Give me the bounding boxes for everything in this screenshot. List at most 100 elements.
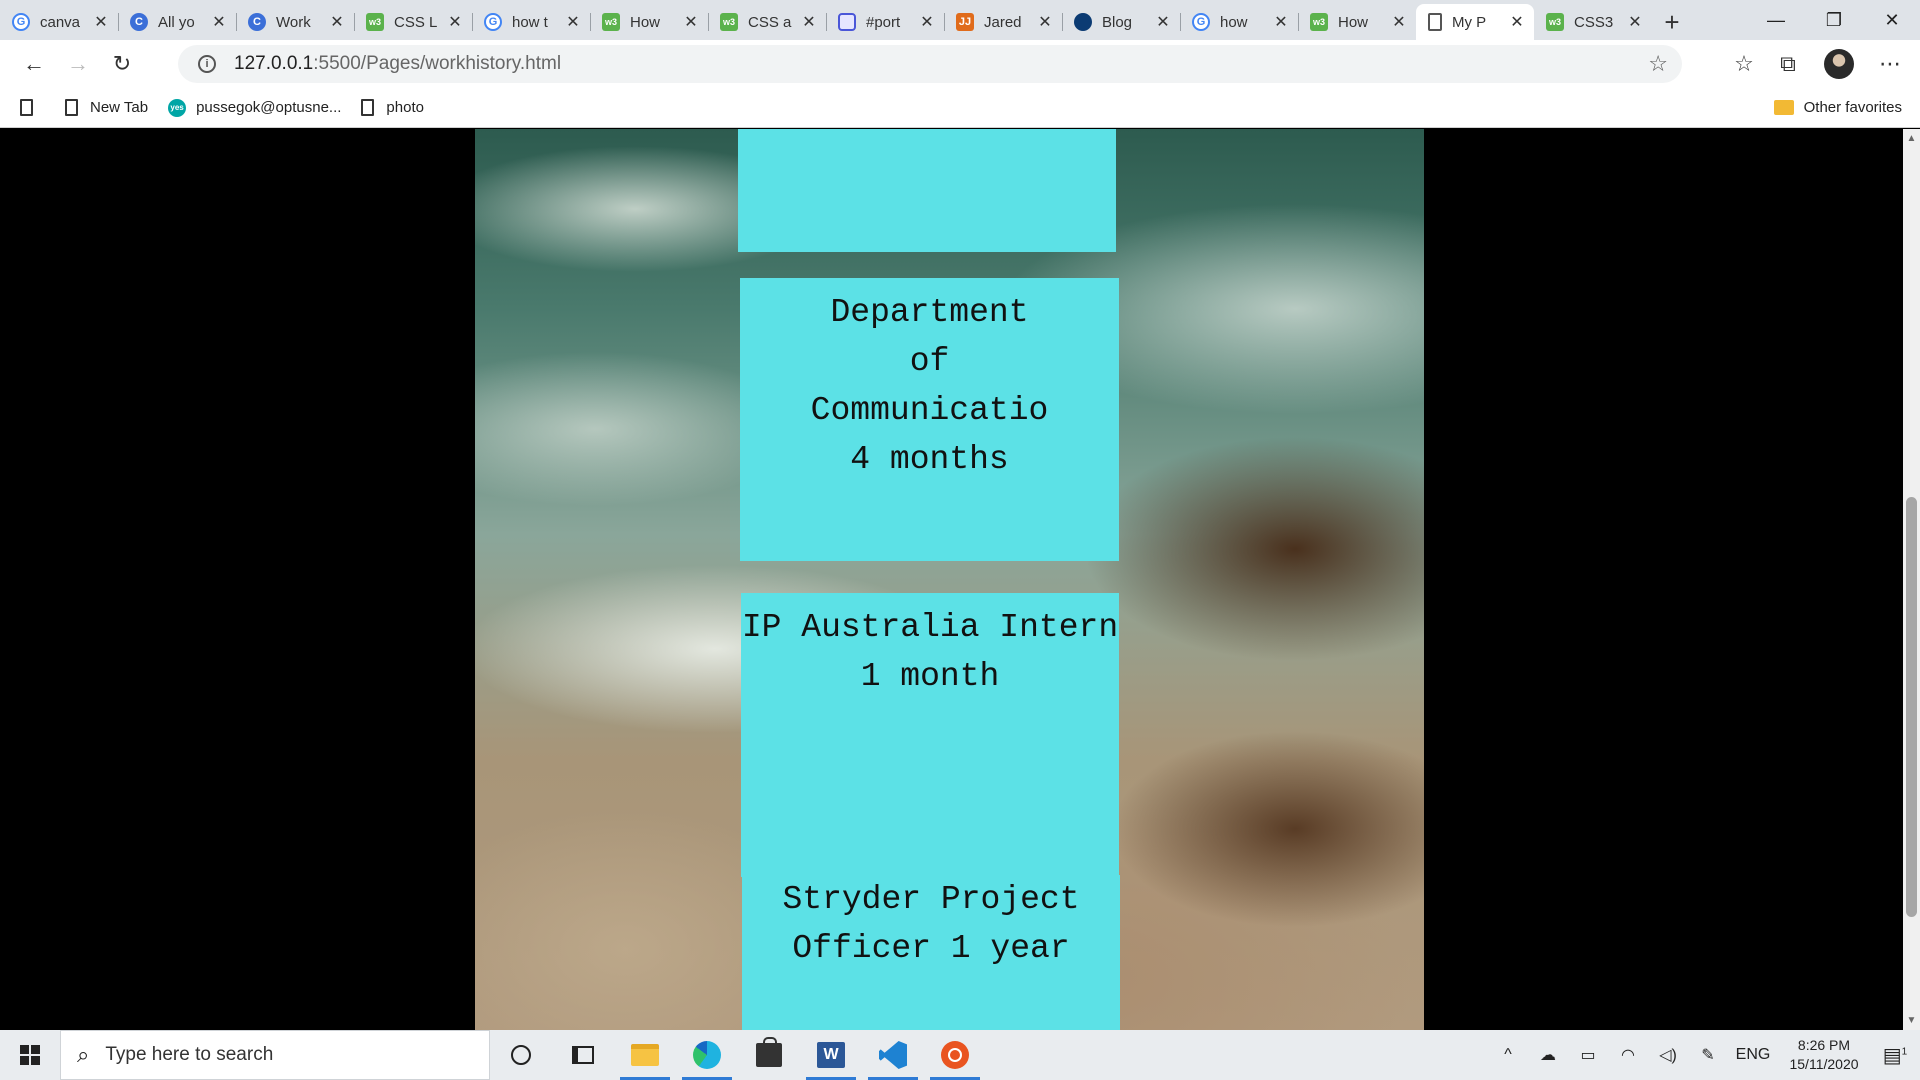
edge-icon bbox=[693, 1041, 721, 1069]
tab[interactable]: C Work ✕ bbox=[236, 4, 354, 40]
close-icon[interactable]: ✕ bbox=[446, 12, 464, 32]
document-icon bbox=[65, 99, 78, 116]
forward-button[interactable]: → bbox=[56, 44, 100, 84]
notifications-button[interactable]: ▤1 bbox=[1870, 1043, 1920, 1068]
tab[interactable]: JJ Jared ✕ bbox=[944, 4, 1062, 40]
back-button[interactable]: ← bbox=[12, 44, 56, 84]
favorites-icon[interactable]: ☆ bbox=[1722, 44, 1766, 84]
pinterest-icon bbox=[838, 13, 856, 31]
bookmark-email[interactable]: yes pussegok@optusne... bbox=[168, 98, 341, 117]
job-card: Stryder Project Officer 1 year bbox=[742, 875, 1120, 1030]
close-icon[interactable]: ✕ bbox=[918, 12, 936, 32]
wifi-icon[interactable]: ◠ bbox=[1608, 1045, 1648, 1065]
edge-button[interactable] bbox=[676, 1030, 738, 1080]
w3schools-icon: w3 bbox=[602, 13, 620, 31]
profile-avatar[interactable] bbox=[1824, 49, 1854, 79]
c-icon: C bbox=[130, 13, 148, 31]
vertical-scrollbar[interactable]: ▲ ▼ bbox=[1903, 129, 1920, 1030]
bookmark-new-tab[interactable]: New Tab bbox=[65, 99, 148, 116]
store-icon bbox=[756, 1037, 782, 1067]
c-icon: C bbox=[248, 13, 266, 31]
bookmark-page-icon[interactable] bbox=[20, 99, 45, 116]
bookmark-photo[interactable]: photo bbox=[361, 99, 424, 116]
close-icon[interactable]: ✕ bbox=[92, 12, 110, 32]
restore-button[interactable]: ❐ bbox=[1806, 0, 1862, 40]
tab[interactable]: Ghow t ✕ bbox=[472, 4, 590, 40]
tab[interactable]: w3 How ✕ bbox=[1298, 4, 1416, 40]
start-button[interactable] bbox=[0, 1030, 60, 1080]
address-bar[interactable]: i 127.0.0.1:5500/Pages/workhistory.html … bbox=[178, 45, 1682, 83]
volume-icon[interactable]: ◁) bbox=[1648, 1045, 1688, 1065]
document-icon bbox=[1428, 13, 1442, 31]
close-icon[interactable]: ✕ bbox=[1626, 12, 1644, 32]
scroll-down-icon[interactable]: ▼ bbox=[1905, 1015, 1918, 1026]
minimize-button[interactable]: — bbox=[1748, 0, 1804, 40]
browser-toolbar: ← → ↻ i 127.0.0.1:5500/Pages/workhistory… bbox=[0, 40, 1920, 88]
language-indicator[interactable]: ENG bbox=[1728, 1046, 1778, 1064]
cortana-icon bbox=[511, 1045, 531, 1065]
job-line: of bbox=[909, 343, 950, 380]
jared-icon: JJ bbox=[956, 13, 974, 31]
close-icon[interactable]: ✕ bbox=[1154, 12, 1172, 32]
collections-icon[interactable]: ⧉ bbox=[1766, 44, 1810, 84]
search-icon: ⌕ bbox=[77, 1042, 90, 1067]
tab[interactable]: w3 CSS L ✕ bbox=[354, 4, 472, 40]
job-card bbox=[738, 129, 1116, 252]
word-icon: W bbox=[817, 1042, 845, 1068]
tab[interactable]: w3 How ✕ bbox=[590, 4, 708, 40]
battery-icon[interactable]: ▭ bbox=[1568, 1045, 1608, 1065]
bookmarks-bar: New Tab yes pussegok@optusne... photo Oth… bbox=[0, 88, 1920, 128]
new-tab-button[interactable]: + bbox=[1652, 4, 1692, 40]
job-line: 4 months bbox=[850, 441, 1009, 478]
close-icon[interactable]: ✕ bbox=[682, 12, 700, 32]
address-host: 127.0.0.1 bbox=[234, 53, 314, 74]
google-icon: G bbox=[1192, 13, 1210, 31]
close-icon[interactable]: ✕ bbox=[564, 12, 582, 32]
clock[interactable]: 8:26 PM 15/11/2020 bbox=[1778, 1036, 1870, 1074]
word-button[interactable]: W bbox=[800, 1030, 862, 1080]
windows-taskbar: ⌕ Type here to search W ^ ☁ ▭ ◠ ◁) ✎ ENG… bbox=[0, 1030, 1920, 1080]
refresh-button[interactable]: ↻ bbox=[100, 44, 144, 84]
close-icon[interactable]: ✕ bbox=[800, 12, 818, 32]
onedrive-icon[interactable]: ☁ bbox=[1528, 1045, 1568, 1065]
close-icon[interactable]: ✕ bbox=[1508, 12, 1526, 32]
file-explorer-button[interactable] bbox=[614, 1030, 676, 1080]
mail-icon: yes bbox=[168, 98, 187, 117]
document-icon bbox=[361, 99, 375, 116]
ubuntu-button[interactable] bbox=[924, 1030, 986, 1080]
chevron-up-icon[interactable]: ^ bbox=[1488, 1046, 1528, 1064]
w3schools-icon: w3 bbox=[720, 13, 738, 31]
address-path: :5500/Pages/workhistory.html bbox=[313, 53, 562, 74]
close-icon[interactable]: ✕ bbox=[210, 12, 228, 32]
close-window-button[interactable]: ✕ bbox=[1864, 0, 1920, 40]
tab[interactable]: w3 CSS3 ✕ bbox=[1534, 4, 1652, 40]
cortana-button[interactable] bbox=[490, 1030, 552, 1080]
other-favorites[interactable]: Other favorites bbox=[1773, 99, 1902, 116]
close-icon[interactable]: ✕ bbox=[1390, 12, 1408, 32]
task-view-button[interactable] bbox=[552, 1030, 614, 1080]
tab[interactable]: Blog ✕ bbox=[1062, 4, 1180, 40]
folder-icon bbox=[1773, 100, 1794, 115]
close-icon[interactable]: ✕ bbox=[1036, 12, 1054, 32]
tab[interactable]: w3 CSS a ✕ bbox=[708, 4, 826, 40]
info-icon[interactable]: i bbox=[198, 55, 216, 73]
tab[interactable]: #port ✕ bbox=[826, 4, 944, 40]
close-icon[interactable]: ✕ bbox=[1272, 12, 1290, 32]
tab[interactable]: Ghow ✕ bbox=[1180, 4, 1298, 40]
more-menu-icon[interactable]: ⋯ bbox=[1868, 44, 1912, 84]
store-button[interactable] bbox=[738, 1030, 800, 1080]
job-line: Department bbox=[830, 294, 1029, 331]
windows-icon bbox=[20, 1045, 40, 1065]
scroll-up-icon[interactable]: ▲ bbox=[1905, 133, 1918, 144]
taskbar-search-box[interactable]: ⌕ Type here to search bbox=[60, 1030, 490, 1080]
tab[interactable]: C All yo ✕ bbox=[118, 4, 236, 40]
tab[interactable]: Gcanva ✕ bbox=[0, 4, 118, 40]
scrollbar-thumb[interactable] bbox=[1906, 497, 1917, 917]
job-card: Department of Communicatio 4 months bbox=[740, 278, 1119, 561]
star-icon[interactable]: ☆ bbox=[1648, 51, 1668, 77]
pen-icon[interactable]: ✎ bbox=[1688, 1045, 1728, 1065]
close-icon[interactable]: ✕ bbox=[328, 12, 346, 32]
vscode-button[interactable] bbox=[862, 1030, 924, 1080]
tab-active[interactable]: My P ✕ bbox=[1416, 4, 1534, 40]
blog-icon bbox=[1074, 13, 1092, 31]
